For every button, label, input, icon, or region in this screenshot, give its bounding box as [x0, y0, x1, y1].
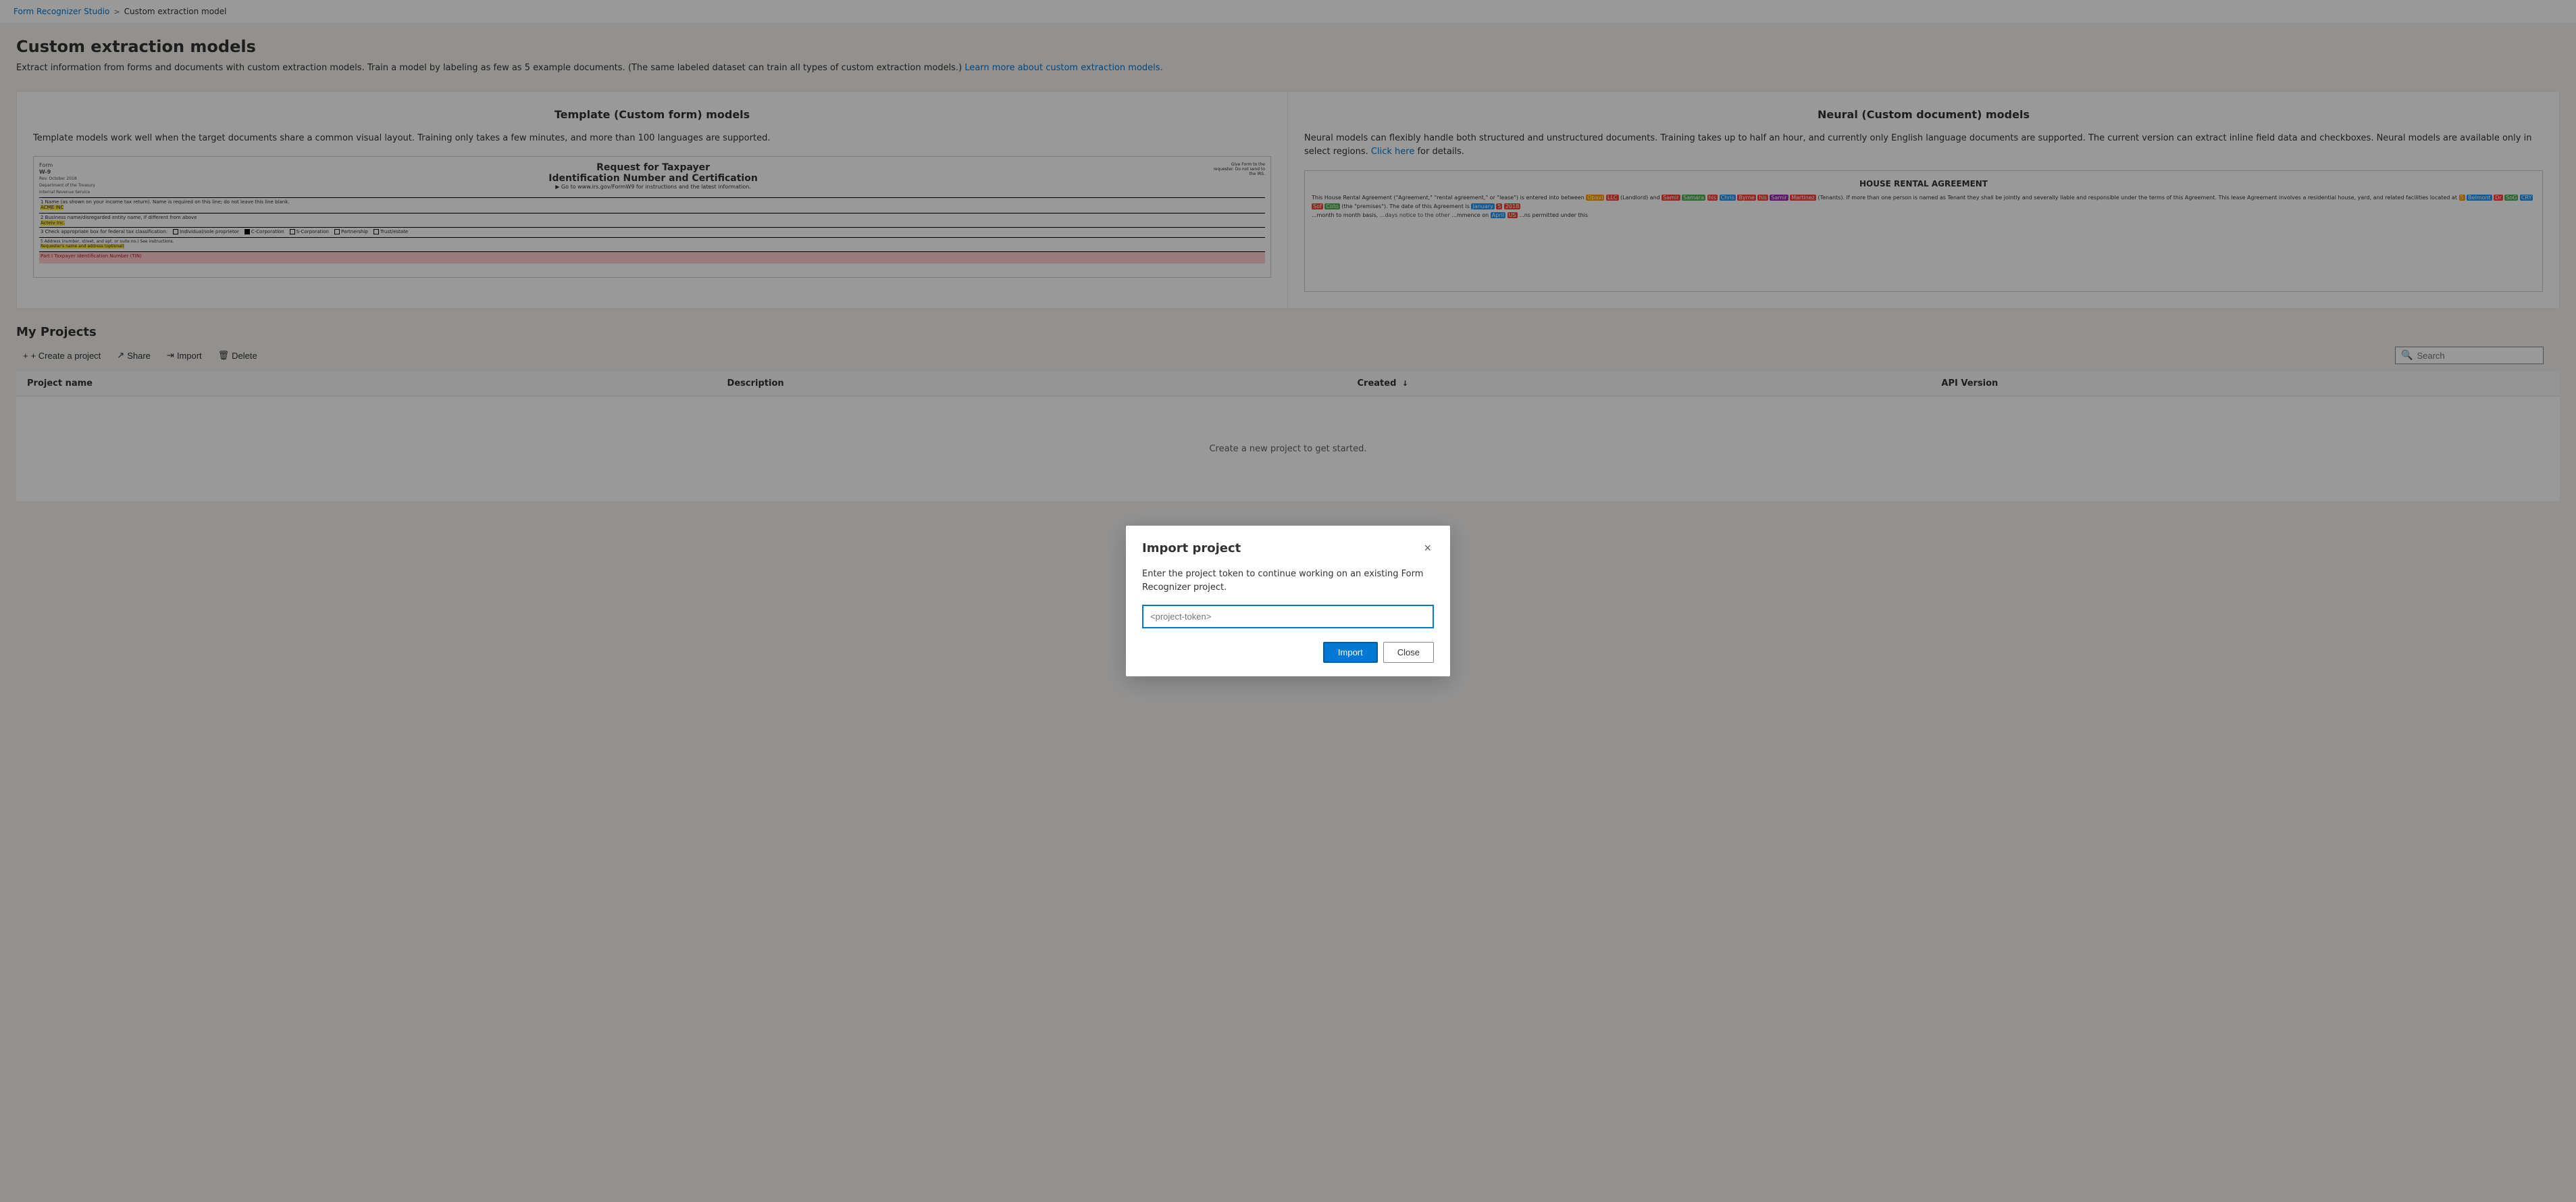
close-button[interactable]: Close: [1383, 642, 1434, 663]
dialog-body: Enter the project token to continue work…: [1126, 557, 1450, 642]
dialog-footer: Import Close: [1126, 642, 1450, 676]
modal-overlay: Import project × Enter the project token…: [0, 0, 2576, 1202]
dialog-title: Import project: [1142, 541, 1241, 555]
dialog-body-text: Enter the project token to continue work…: [1142, 568, 1434, 594]
import-dialog: Import project × Enter the project token…: [1126, 526, 1450, 676]
dialog-header: Import project ×: [1126, 526, 1450, 557]
import-confirm-button[interactable]: Import: [1323, 642, 1378, 663]
dialog-close-x-button[interactable]: ×: [1421, 539, 1434, 557]
project-token-input[interactable]: [1142, 605, 1434, 628]
